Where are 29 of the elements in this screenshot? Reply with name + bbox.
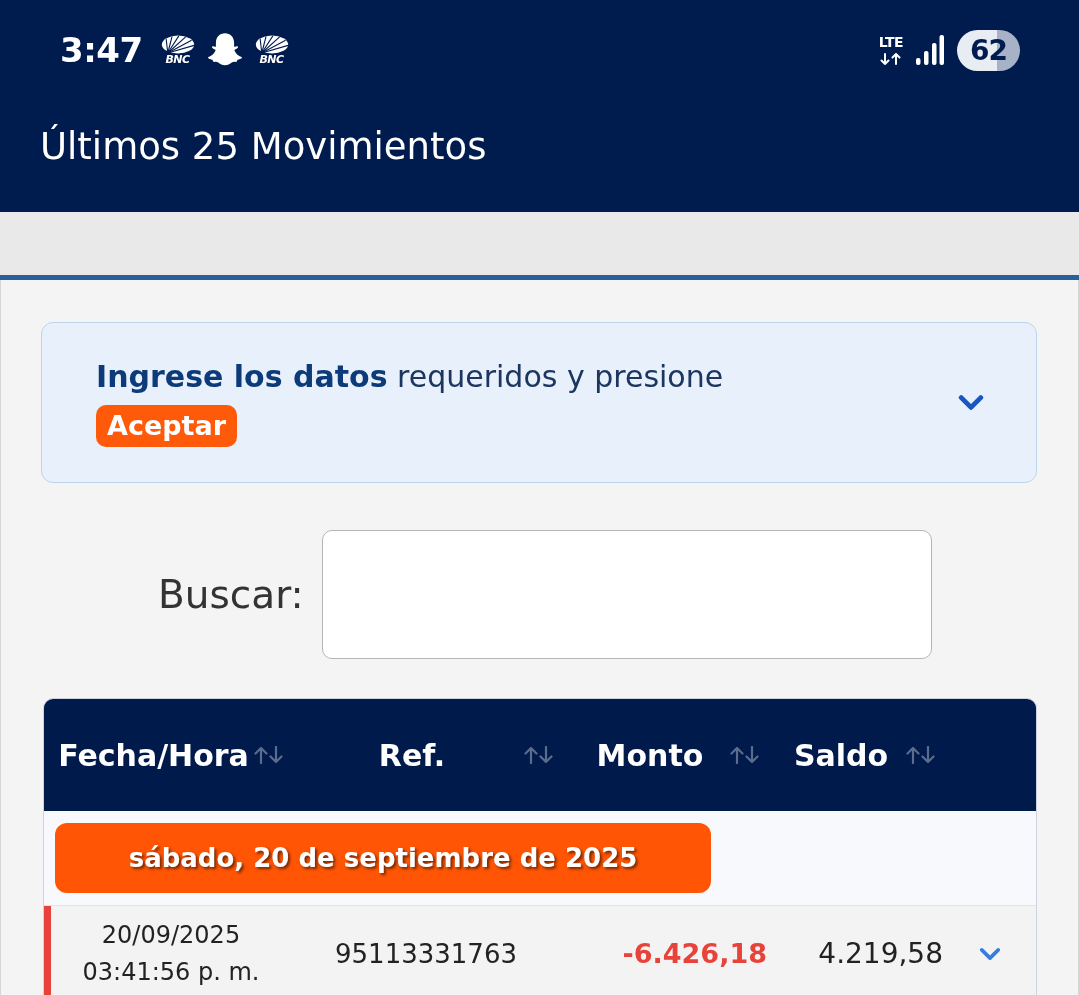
shell-logo-icon: [254, 34, 289, 54]
reference-text: 95113331763: [335, 938, 517, 969]
status-time: 3:47: [60, 30, 143, 70]
column-header[interactable]: Monto: [561, 699, 767, 811]
column-header[interactable]: Saldo: [767, 699, 943, 811]
shell-logo-icon: [160, 34, 195, 54]
info-panel[interactable]: Ingrese los datos requeridos y presione Aceptar: [41, 322, 1037, 483]
logo-text: BNC: [165, 53, 190, 66]
network-type: LTE: [878, 35, 903, 50]
battery-percentage: 62: [970, 33, 1007, 67]
date-group-banner: sábado, 20 de septiembre de 2025: [55, 823, 711, 893]
column-header[interactable]: Ref.: [291, 699, 561, 811]
amount-text: -6.426,18: [622, 938, 767, 969]
search-field[interactable]: [321, 530, 932, 659]
balance-text: 4.219,58: [818, 937, 943, 970]
chevron-down-icon[interactable]: [958, 394, 984, 411]
time-text: 03:41:56 p. m.: [82, 956, 260, 988]
instruction-text: Ingrese los datos requeridos y presione: [96, 358, 724, 396]
chevron-down-icon: [978, 946, 1001, 961]
date-text: 20/09/2025: [101, 919, 241, 951]
search-label: Buscar:: [158, 572, 304, 617]
accept-tag: Aceptar: [96, 405, 237, 447]
page-title: Últimos 25 Movimientos: [40, 124, 487, 170]
column-header[interactable]: Fecha/Hora: [44, 699, 291, 811]
data-arrows-icon: [879, 53, 902, 65]
signal-icon: [916, 35, 944, 65]
logo-text: BNC: [259, 53, 284, 66]
ghost-icon: [206, 33, 243, 67]
transaction-row[interactable]: 20/09/2025 03:41:56 p. m. 95113331763 -6.426,18 4.219,58: [44, 906, 1036, 995]
